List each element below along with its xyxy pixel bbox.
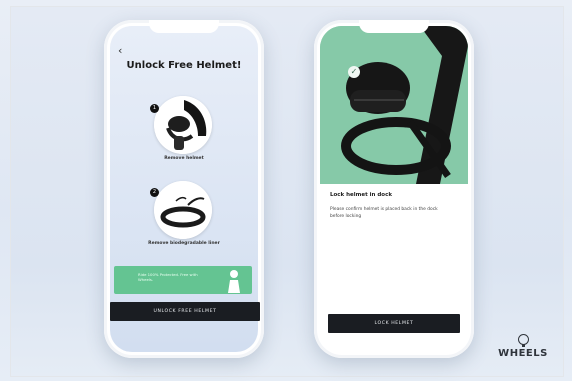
phone-notch xyxy=(359,20,429,33)
helmet-dock-image: ✓ xyxy=(320,26,468,184)
promo-text: Ride 100% Protected. Free with Wheels. xyxy=(138,272,198,282)
location-pin-icon xyxy=(517,334,529,347)
phone-unlock-screen: ‹ Unlock Free Helmet! 1 Remove helmet 2 … xyxy=(104,20,264,358)
phone-lock-screen: ✓ Lock helmet in dock Please confirm hel… xyxy=(314,20,474,358)
lock-description: Please confirm helmet is placed back in … xyxy=(330,207,438,219)
brand-name: WHEELS xyxy=(498,348,548,359)
unlock-free-helmet-button[interactable]: UNLOCK FREE HELMET xyxy=(110,302,260,321)
page-title: Unlock Free Helmet! xyxy=(126,60,242,71)
remove-helmet-illustration xyxy=(154,96,212,154)
step-number-2: 2 xyxy=(150,188,159,197)
brand-logo: WHEELS xyxy=(498,334,548,359)
check-icon: ✓ xyxy=(348,66,360,78)
lock-title: Lock helmet in dock xyxy=(330,192,393,198)
showcase-frame xyxy=(10,6,564,377)
step-caption-1: Remove helmet xyxy=(164,156,204,161)
remove-liner-illustration xyxy=(154,181,212,239)
promo-banner[interactable]: Ride 100% Protected. Free with Wheels. xyxy=(114,266,252,294)
phone-notch xyxy=(149,20,219,33)
chevron-left-icon[interactable]: ‹ xyxy=(118,44,122,57)
step-caption-2: Remove biodegradable liner xyxy=(148,241,220,246)
rider-illustration xyxy=(228,270,240,293)
step-number-1: 1 xyxy=(150,104,159,113)
lock-helmet-button[interactable]: LOCK HELMET xyxy=(328,314,460,333)
